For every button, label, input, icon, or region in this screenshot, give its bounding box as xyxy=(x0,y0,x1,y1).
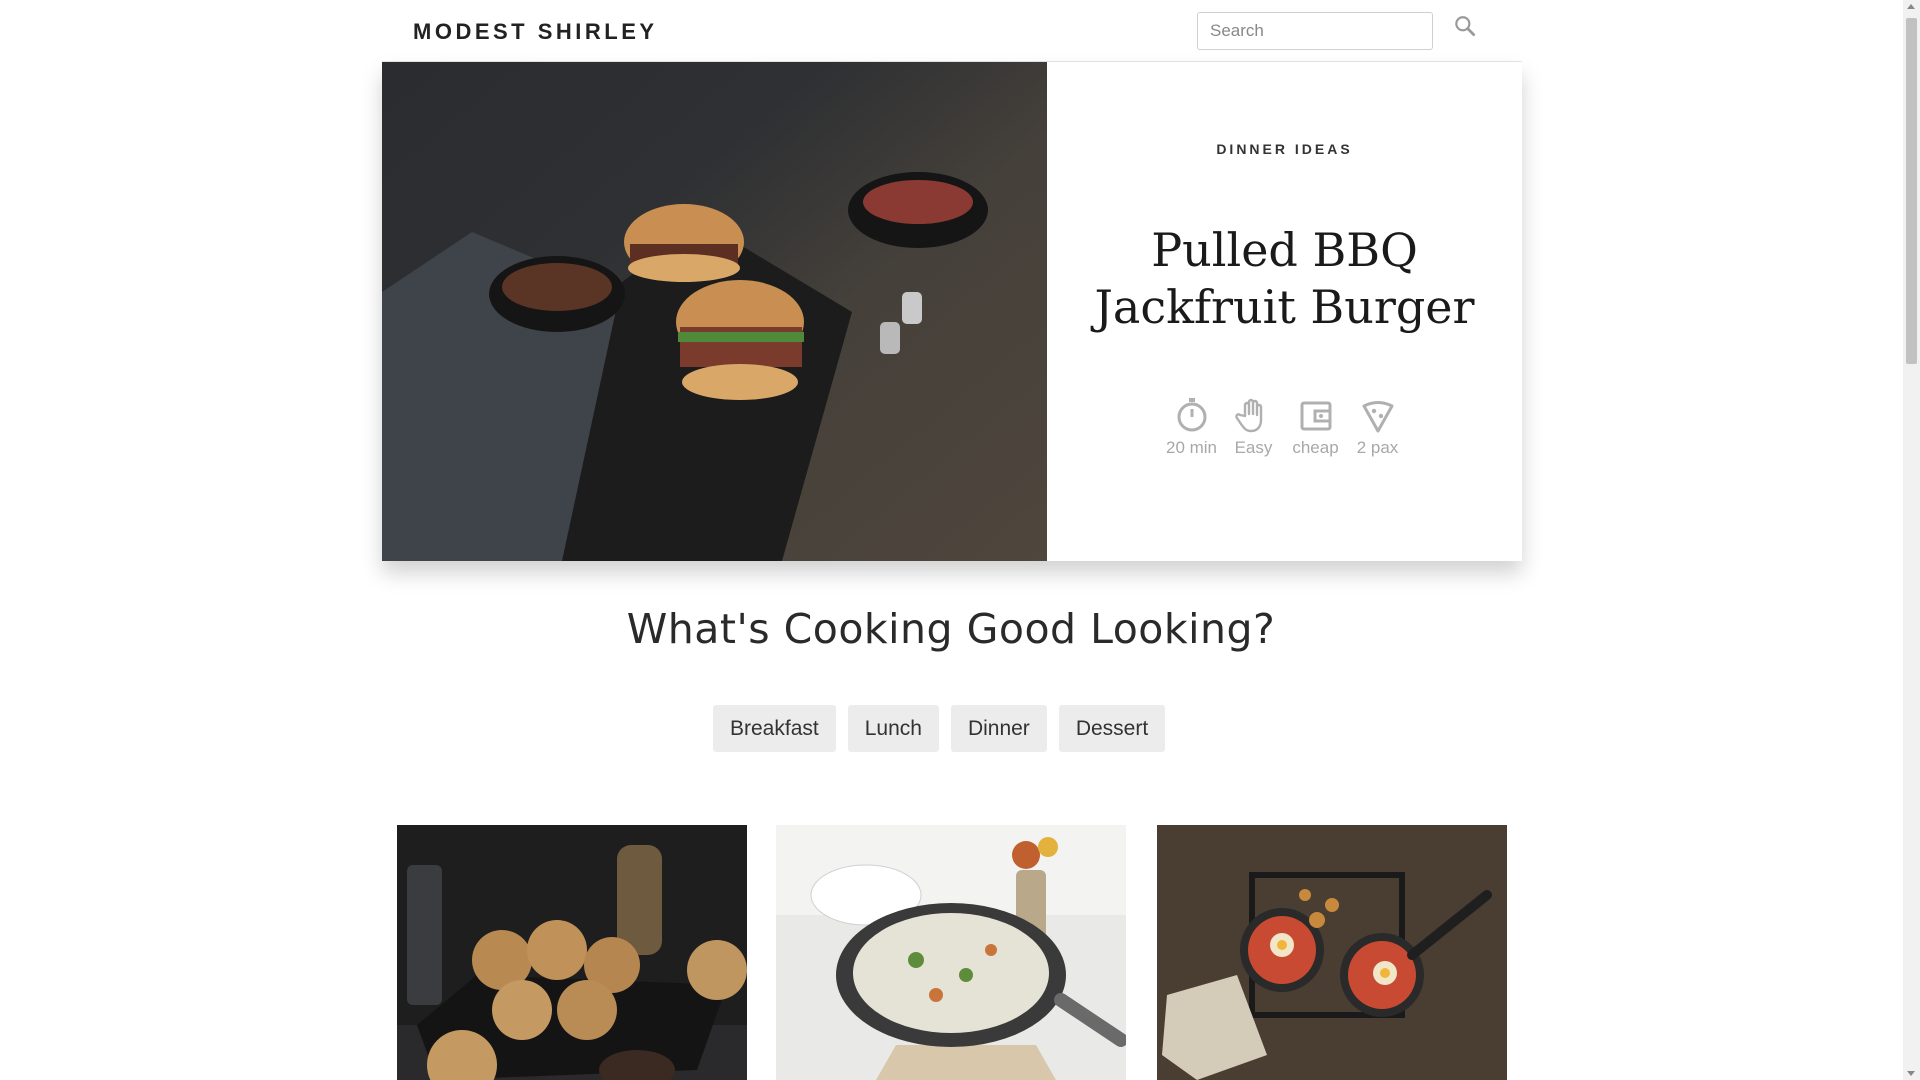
meta-cost-label: cheap xyxy=(1292,438,1339,457)
skillet-photo xyxy=(776,825,1126,1080)
filter-dinner-button[interactable]: Dinner xyxy=(950,705,1047,752)
muffins-photo xyxy=(397,825,747,1080)
meta-time-label: 20 min xyxy=(1165,438,1218,457)
site-header: MODEST SHIRLEY xyxy=(382,0,1522,62)
recipe-card-shakshuka[interactable] xyxy=(1157,825,1507,1080)
recipe-meta: 20 min Easy cheap 2 pax xyxy=(1047,396,1522,458)
meta-difficulty: Easy xyxy=(1223,396,1285,458)
filter-breakfast-button[interactable]: Breakfast xyxy=(713,705,836,752)
search-icon[interactable] xyxy=(1452,14,1478,40)
recipe-category[interactable]: DINNER IDEAS xyxy=(1047,141,1522,157)
shakshuka-photo xyxy=(1157,825,1507,1080)
recipe-card-muffins[interactable] xyxy=(397,825,747,1080)
scrollbar-down-arrow[interactable] xyxy=(1907,1071,1915,1076)
timer-icon xyxy=(1177,398,1206,432)
meta-cost: cheap xyxy=(1285,396,1347,458)
pizza-slice-icon xyxy=(1362,401,1393,433)
section-heading: What's Cooking Good Looking? xyxy=(626,605,1276,653)
scrollbar-up-arrow[interactable] xyxy=(1907,4,1915,9)
page-scrollbar[interactable] xyxy=(1903,0,1920,1080)
featured-recipe-card[interactable]: DINNER IDEAS Pulled BBQ Jackfruit Burger… xyxy=(382,62,1522,561)
meta-servings-label: 2 pax xyxy=(1356,438,1399,457)
recipe-title-line-2: Jackfruit Burger xyxy=(1094,280,1475,334)
meta-difficulty-label: Easy xyxy=(1234,438,1273,457)
featured-recipe-photo[interactable] xyxy=(382,62,1047,561)
wallet-icon xyxy=(1300,401,1331,431)
meta-servings: 2 pax xyxy=(1347,396,1409,458)
recipe-title[interactable]: Pulled BBQ Jackfruit Burger xyxy=(1047,222,1522,336)
site-logo[interactable]: MODEST SHIRLEY xyxy=(413,19,658,45)
recipe-card-skillet[interactable] xyxy=(776,825,1126,1080)
category-filters: Breakfast Lunch Dinner Dessert xyxy=(713,705,1166,752)
meta-time: 20 min xyxy=(1161,396,1223,458)
featured-recipe-info: DINNER IDEAS Pulled BBQ Jackfruit Burger… xyxy=(1047,62,1522,561)
hand-icon xyxy=(1234,398,1262,433)
scrollbar-thumb[interactable] xyxy=(1906,18,1917,364)
search-input[interactable] xyxy=(1197,12,1433,50)
filter-lunch-button[interactable]: Lunch xyxy=(847,705,939,752)
recipe-title-line-1: Pulled BBQ xyxy=(1151,223,1418,277)
filter-dessert-button[interactable]: Dessert xyxy=(1058,705,1166,752)
